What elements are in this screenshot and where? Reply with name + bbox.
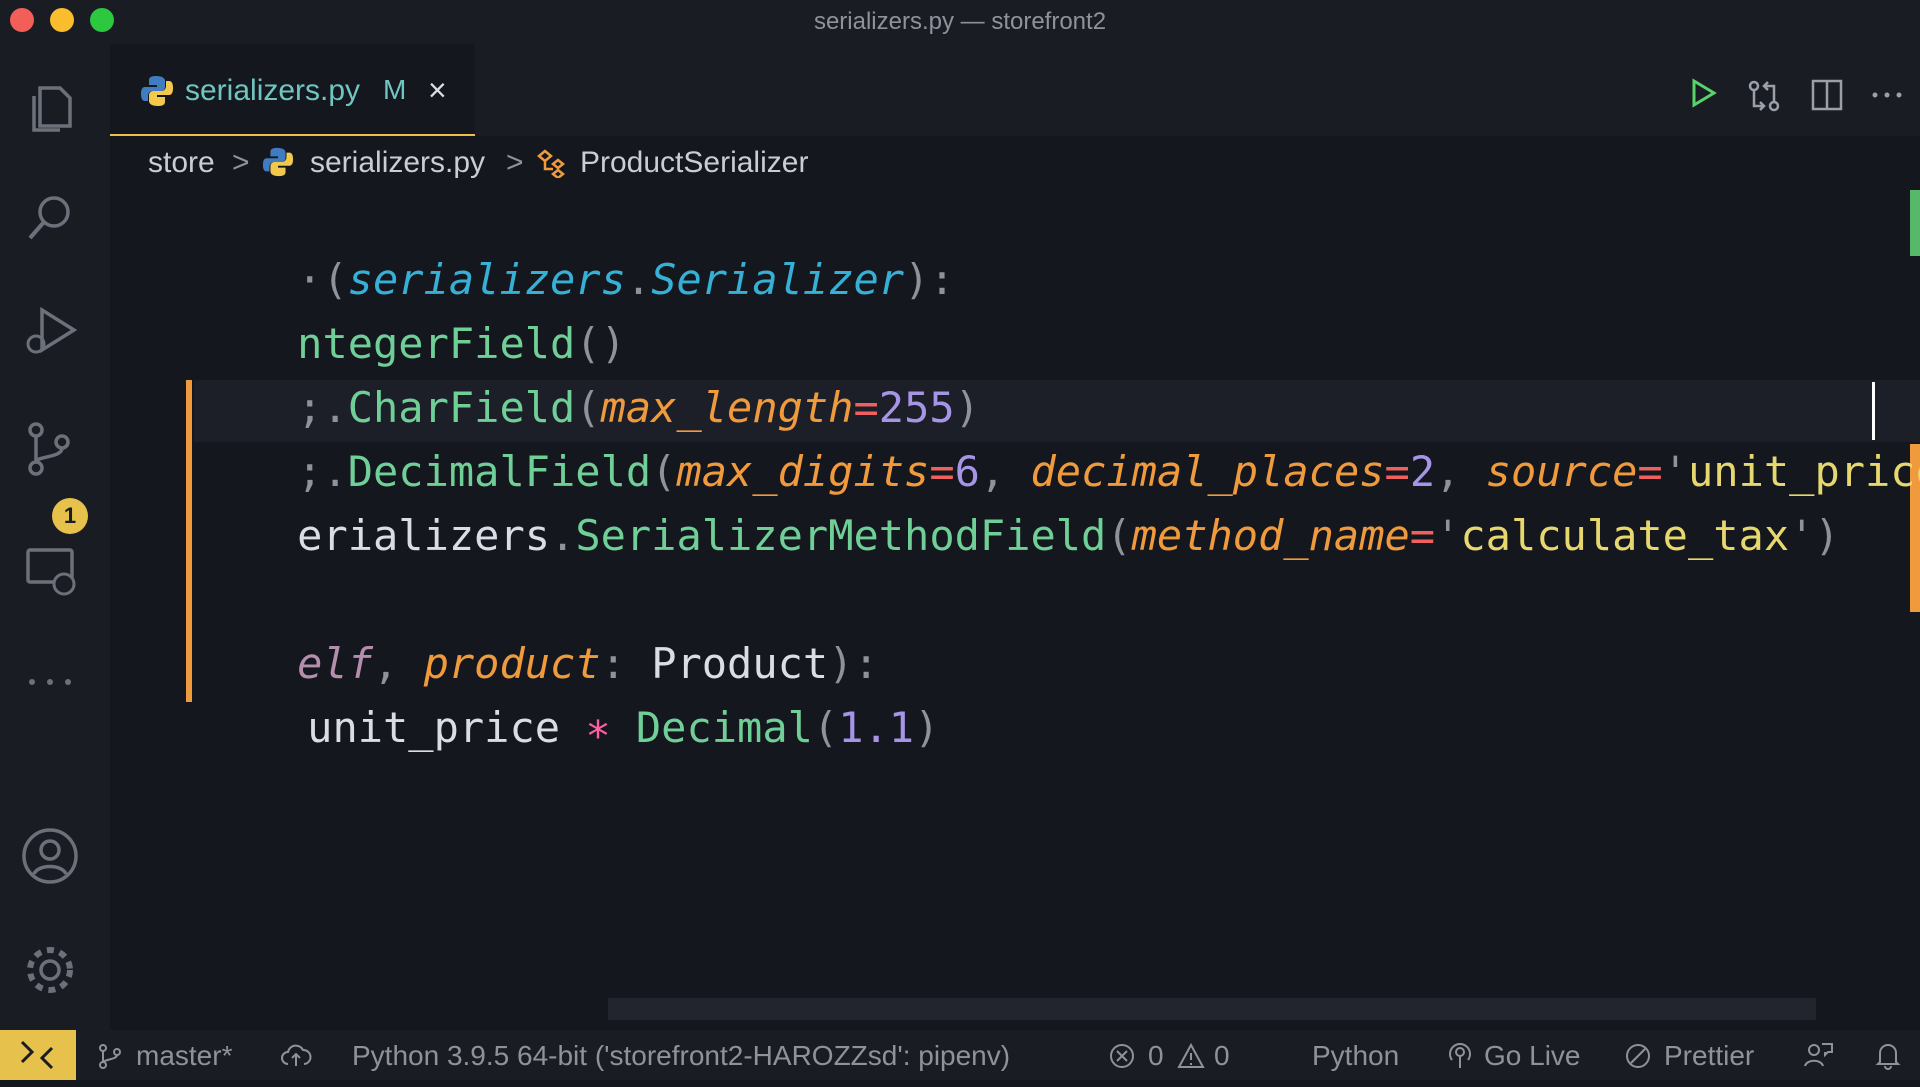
modified-lines-gutter xyxy=(186,380,192,702)
horizontal-scrollbar[interactable] xyxy=(608,998,1816,1020)
remote-explorer-icon[interactable] xyxy=(18,538,82,602)
status-bar: master* Python 3.9.5 64-bit ('storefront… xyxy=(0,1030,1920,1080)
prettier-icon xyxy=(1626,1044,1650,1068)
breadcrumb-separator: > xyxy=(506,146,524,179)
error-count[interactable]: 0 xyxy=(1148,1040,1164,1072)
breadcrumb-file[interactable]: serializers.py xyxy=(310,146,485,180)
explorer-icon[interactable] xyxy=(18,76,82,140)
code-line-8: unit_price ∗ Decimal(1.1) xyxy=(307,703,940,752)
code-line-4: ;.DecimalField(max_digits=6, decimal_pla… xyxy=(297,447,1920,496)
code-line-2: ntegerField() xyxy=(297,319,626,368)
broadcast-icon xyxy=(1449,1043,1471,1068)
code-line-5: erializers.SerializerMethodField(method_… xyxy=(297,511,1840,560)
notifications-bell-icon[interactable] xyxy=(1874,1040,1902,1070)
window-title: serializers.py — storefront2 xyxy=(813,8,1107,35)
code-line-3: ;.CharField(max_length=255) xyxy=(297,383,980,432)
code-line-7: elf, product: Product): xyxy=(297,639,879,688)
activity-bar: 1 xyxy=(0,44,110,1030)
feedback-icon[interactable] xyxy=(1802,1040,1834,1070)
breadcrumb-folder[interactable]: store xyxy=(148,146,215,180)
python-icon xyxy=(141,76,173,106)
overview-added-marker xyxy=(1910,190,1920,256)
source-control-icon[interactable] xyxy=(18,416,82,480)
branch-name[interactable]: master* xyxy=(136,1040,232,1072)
run-debug-icon[interactable] xyxy=(18,298,82,362)
split-editor-icon[interactable] xyxy=(1810,78,1844,112)
go-live-button[interactable]: Go Live xyxy=(1484,1040,1581,1072)
python-interpreter[interactable]: Python 3.9.5 64-bit ('storefront2-HAROZZ… xyxy=(352,1040,1010,1072)
modified-indicator: M xyxy=(383,74,407,105)
breadcrumb-separator: > xyxy=(232,146,250,179)
cloud-upload-icon[interactable] xyxy=(280,1042,312,1070)
code-line-1: ·(serializers.Serializer): xyxy=(297,255,955,304)
language-mode[interactable]: Python xyxy=(1312,1040,1399,1072)
title-bar: serializers.py — storefront2 xyxy=(0,0,1920,44)
close-icon[interactable]: × xyxy=(428,72,447,109)
warning-count[interactable]: 0 xyxy=(1214,1040,1230,1072)
tab-serializers-py[interactable]: serializers.py M × xyxy=(110,44,475,137)
error-icon xyxy=(1110,1044,1134,1068)
more-icon[interactable] xyxy=(18,650,82,714)
breadcrumb: store > serializers.py > ProductSerializ… xyxy=(110,136,1920,190)
remote-icon xyxy=(20,1040,54,1070)
branch-icon xyxy=(99,1044,121,1069)
python-icon xyxy=(262,147,294,177)
breadcrumb-symbol[interactable]: ProductSerializer xyxy=(580,146,808,180)
more-actions-icon[interactable] xyxy=(1870,78,1904,112)
compare-changes-icon[interactable] xyxy=(1746,78,1782,114)
account-icon[interactable] xyxy=(18,824,82,888)
remote-indicator[interactable] xyxy=(0,1030,76,1080)
tab-label: serializers.py xyxy=(185,74,361,107)
code-editor[interactable]: ·(serializers.Serializer): ntegerField()… xyxy=(110,190,1920,1020)
run-icon[interactable] xyxy=(1688,78,1718,108)
source-control-badge: 1 xyxy=(52,498,88,534)
gear-icon[interactable] xyxy=(18,938,82,1002)
text-cursor xyxy=(1872,382,1875,440)
warning-icon xyxy=(1177,1042,1205,1068)
class-symbol-icon xyxy=(537,149,566,178)
prettier-status[interactable]: Prettier xyxy=(1664,1040,1754,1072)
tab-bar: serializers.py M × xyxy=(110,44,1920,137)
search-icon[interactable] xyxy=(18,186,82,250)
